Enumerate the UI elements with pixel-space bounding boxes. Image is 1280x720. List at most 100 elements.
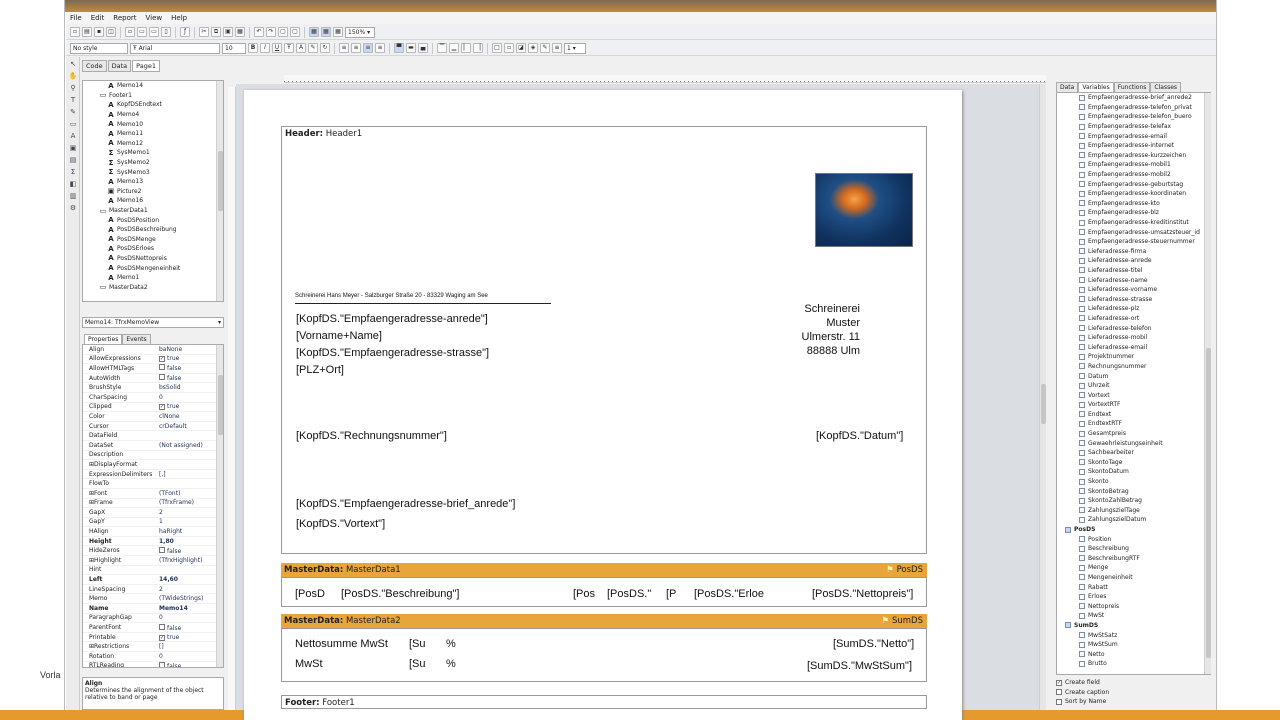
variable-item[interactable]: Lieferadresse-name [1057,275,1210,285]
variable-item[interactable]: Lieferadresse-mobil [1057,333,1210,343]
checked-checkbox[interactable]: ✓ [159,404,165,411]
net-total-label[interactable]: Nettosumme MwSt [295,638,388,650]
company-line-1[interactable]: Schreinerei [800,303,860,315]
scrollbar-thumb[interactable] [1041,384,1046,424]
align-left-icon[interactable]: ≡ [339,43,349,53]
checked-checkbox[interactable]: ✓ [159,634,165,641]
variable-item[interactable]: MwStSum [1057,640,1210,650]
menu-help[interactable]: Help [171,14,187,22]
property-value[interactable]: 1 [159,518,223,525]
property-row[interactable]: Description [83,451,223,461]
delete-page-icon[interactable]: ▭ [149,27,159,37]
tree-item[interactable]: A Memo13 [83,177,223,187]
property-row[interactable]: Cursor crDefault [83,422,223,432]
property-row[interactable]: Hint [83,566,223,576]
property-row[interactable]: GapY 1 [83,518,223,528]
design-scrollbar[interactable] [1039,84,1046,710]
property-value[interactable]: false [159,623,223,632]
variable-item[interactable]: Projektnummer [1057,352,1210,362]
variable-item[interactable]: Nettopreis [1057,601,1210,611]
font-size-select[interactable]: 10 [222,42,246,54]
option-checkbox[interactable]: ✓ Create field [1056,679,1100,686]
property-value[interactable]: 0 [159,614,223,621]
variable-item[interactable]: Empfaengeradresse-internet [1057,141,1210,151]
property-value[interactable]: (TFont) [159,490,223,497]
unchecked-checkbox[interactable] [1056,689,1062,695]
property-row[interactable]: FlowTo [83,479,223,489]
fit-grid-icon[interactable]: ▦ [333,27,343,37]
variable-item[interactable]: Gesamtpreis [1057,429,1210,439]
memo-tool-icon[interactable]: A [68,131,78,141]
variable-item[interactable]: BeschreibungRTF [1057,554,1210,564]
save-icon[interactable]: ▪ [94,27,104,37]
variable-item[interactable]: Skonto [1057,477,1210,487]
tree-item[interactable]: ▭ MasterData2 [83,282,223,292]
variable-item[interactable]: Empfaengeradresse-mobil1 [1057,160,1210,170]
variable-item[interactable]: Lieferadresse-strasse [1057,294,1210,304]
tree-item[interactable]: ▭ MasterData1 [83,206,223,216]
new-dialog-icon[interactable]: ▭ [137,27,147,37]
variable-item[interactable]: Endtext [1057,410,1210,420]
company-line-4[interactable]: 88888 Ulm [796,345,860,357]
pos-discount-field[interactable]: [P [666,588,676,600]
variable-item[interactable]: Mengeneinheit [1057,573,1210,583]
net-sum-field[interactable]: [SumDS."Netto"] [833,638,914,650]
date-field[interactable]: [KopfDS."Datum"] [816,430,903,442]
property-value[interactable]: ✓ true [159,634,223,641]
vat-rate-field[interactable]: [Su [409,658,426,670]
variable-item[interactable]: Lieferadresse-plz [1057,304,1210,314]
property-value[interactable]: [] [159,643,223,650]
variable-item[interactable]: Rechnungsnummer [1057,362,1210,372]
variable-item[interactable]: Erloes [1057,592,1210,602]
property-value[interactable]: (Not assigned) [159,442,223,449]
format-painter-icon[interactable]: ▦ [235,27,245,37]
bold-button[interactable]: B [248,43,258,53]
variable-group[interactable]: PosDS [1057,525,1210,535]
variable-group[interactable]: SumDS [1057,621,1210,631]
variable-item[interactable]: Lieferadresse-telefon [1057,323,1210,333]
pos-netprice-field[interactable]: [PosDS."Nettopreis"] [812,588,913,600]
property-row[interactable]: GapX 2 [83,508,223,518]
tree-item[interactable]: A Memo12 [83,139,223,149]
unchecked-checkbox[interactable] [159,623,165,630]
property-value[interactable]: 0 [159,394,223,401]
unchecked-checkbox[interactable] [159,364,165,371]
property-row[interactable]: LineSpacing 2 [83,585,223,595]
property-row[interactable]: ⊞Highlight (TfrxHighlight) [83,556,223,566]
variables-scrollbar[interactable] [1204,93,1211,674]
frame-all-icon[interactable]: □ [492,43,502,53]
scrollbar-thumb[interactable] [1206,348,1211,658]
frame-top-icon[interactable]: ▔ [437,43,447,53]
pos-quantity-field[interactable]: [Pos [573,588,595,600]
property-value[interactable]: [,] [159,471,223,478]
shape-tool-icon[interactable]: ◧ [68,179,78,189]
property-value[interactable]: false [159,364,223,372]
property-row[interactable]: Height 1,80 [83,537,223,547]
property-row[interactable]: ⊞DisplayFormat [83,460,223,470]
tab-data[interactable]: Data [107,60,132,72]
property-row[interactable]: Memo (TWideStrings) [83,594,223,605]
variable-item[interactable]: Lieferadresse-vorname [1057,285,1210,295]
property-value[interactable]: 1,80 [159,538,223,545]
property-row[interactable]: ExpressionDelimiters [,] [83,470,223,480]
masterdata2-band-label[interactable]: MasterData: MasterData2 ⚑ SumDS [281,614,927,628]
tree-scrollbar[interactable] [216,81,223,301]
variable-item[interactable]: Empfaengeradresse-email [1057,131,1210,141]
variable-item[interactable]: SkontoTage [1057,458,1210,468]
pretext-field[interactable]: [KopfDS."Vortext"] [296,518,385,530]
variable-item[interactable]: Empfaengeradresse-geburtstag [1057,179,1210,189]
variable-item[interactable]: Lieferadresse-email [1057,342,1210,352]
footer-band-label[interactable]: Footer: Footer1 [281,695,927,709]
tree-item[interactable]: A Memo11 [83,129,223,139]
tree-item[interactable]: A PosDSErloes [83,244,223,254]
address-line-2[interactable]: [Vorname+Name] [296,330,382,342]
variable-item[interactable]: ZahlungszielTage [1057,506,1210,516]
variable-item[interactable]: Gewaehrleistungseinheit [1057,438,1210,448]
frame-style-icon[interactable]: ≡ [552,43,562,53]
select-tool-icon[interactable]: ↖ [68,59,78,69]
unchecked-checkbox[interactable] [159,661,165,667]
tree-item[interactable]: A Memo10 [83,119,223,129]
property-row[interactable]: Printable ✓ true [83,633,223,643]
pos-description-field[interactable]: [PosDS."Beschreibung"] [341,588,459,600]
variable-item[interactable]: Netto [1057,649,1210,659]
